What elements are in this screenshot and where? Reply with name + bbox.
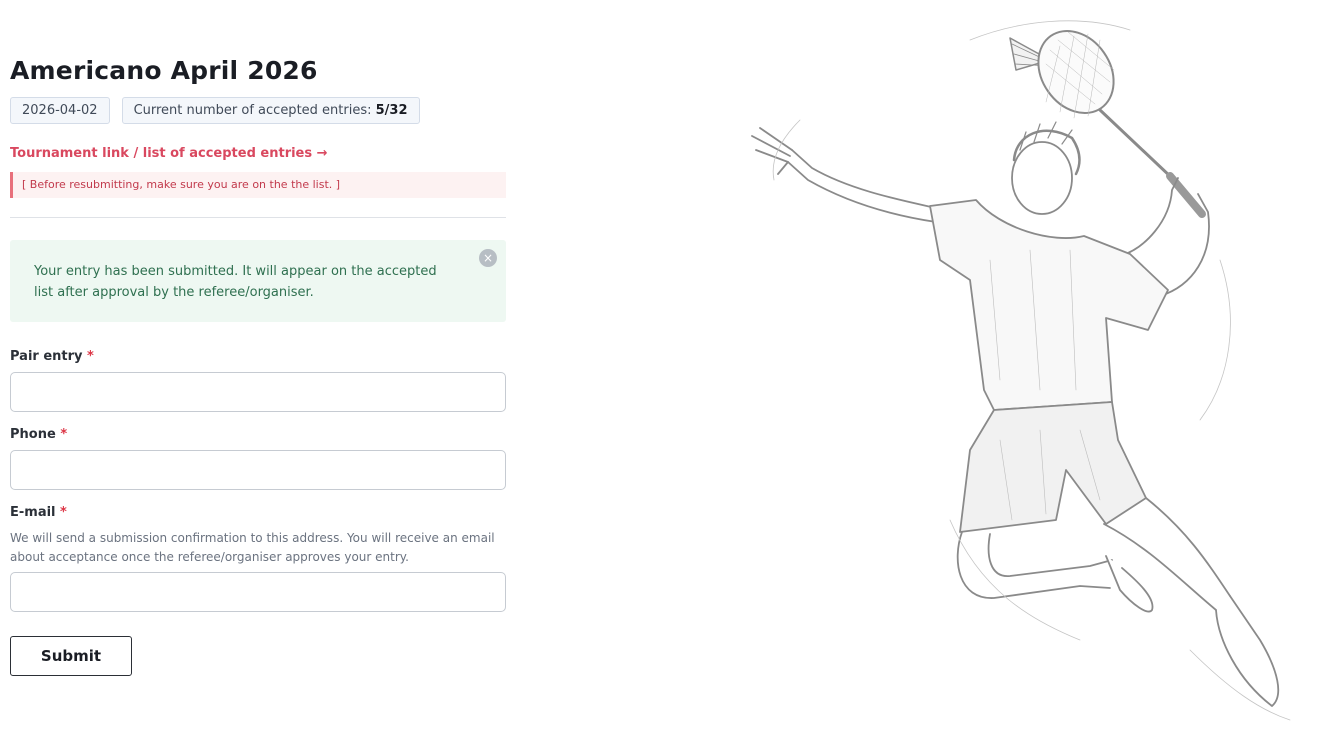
divider (10, 217, 506, 218)
email-help-text: We will send a submission confirmation t… (10, 531, 495, 564)
entries-count-label: Current number of accepted entries: (133, 103, 376, 118)
entries-count-chip: Current number of accepted entries: 5/32 (121, 97, 420, 124)
email-label-text: E-mail (10, 505, 56, 520)
email-label: E-mail * (10, 505, 67, 520)
required-mark: * (60, 427, 68, 442)
info-chips: 2026-04-02 Current number of accepted en… (10, 97, 420, 124)
pair-entry-label-text: Pair entry (10, 349, 83, 364)
required-mark: * (60, 505, 67, 520)
phone-input[interactable] (10, 450, 506, 490)
badminton-player-illustration (751, 20, 1291, 721)
success-alert: Your entry has been submitted. It will a… (10, 240, 506, 322)
pair-entry-input[interactable] (10, 372, 506, 412)
entries-count-value: 5/32 (375, 103, 408, 118)
phone-label: Phone * (10, 427, 67, 442)
phone-label-text: Phone (10, 427, 56, 442)
close-icon[interactable]: × (479, 249, 497, 267)
page-title: Americano April 2026 (10, 56, 318, 85)
required-mark: * (87, 349, 94, 364)
success-alert-message: Your entry has been submitted. It will a… (34, 264, 437, 300)
email-input[interactable] (10, 572, 506, 612)
pair-entry-label: Pair entry * (10, 349, 94, 364)
resubmit-notice: [ Before resubmitting, make sure you are… (10, 172, 506, 198)
date-chip: 2026-04-02 (10, 97, 110, 124)
tournament-link[interactable]: Tournament link / list of accepted entri… (10, 146, 328, 161)
submit-button[interactable]: Submit (10, 636, 132, 676)
